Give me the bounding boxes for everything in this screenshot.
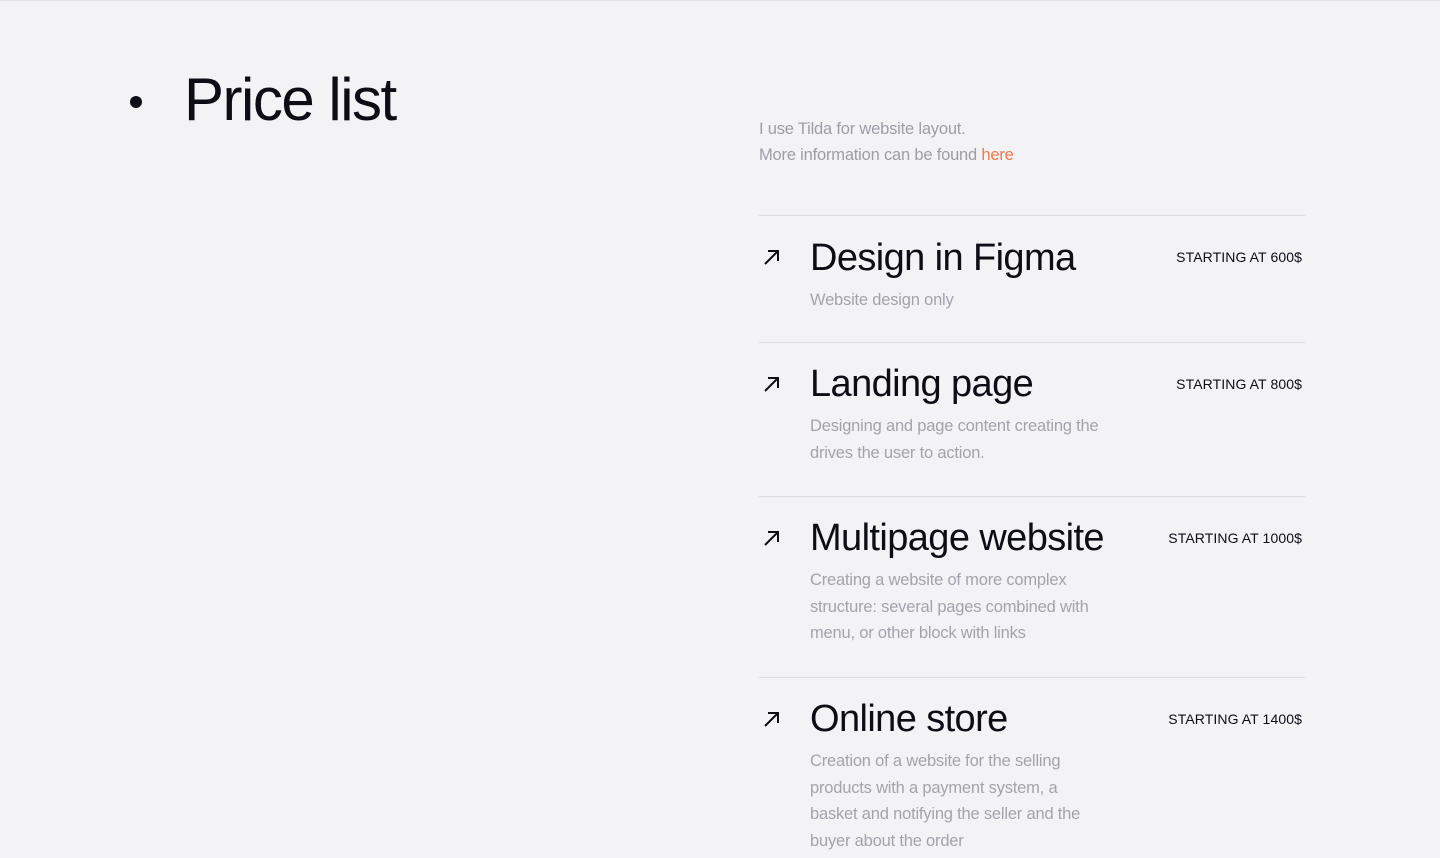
service-price: STARTING AT 600$ xyxy=(1176,249,1302,265)
service-description: Website design only xyxy=(810,291,954,309)
bullet-icon xyxy=(130,96,142,108)
service-price: STARTING AT 800$ xyxy=(1176,376,1302,392)
section-heading: Price list xyxy=(130,62,397,138)
service-name: Online store xyxy=(810,698,1008,740)
top-divider xyxy=(0,0,1440,1)
service-description: Creating a website of more complex struc… xyxy=(810,571,1089,642)
more-info-link[interactable]: here xyxy=(981,146,1013,164)
service-description: Designing and page content creating the … xyxy=(810,417,1099,462)
service-name: Multipage website xyxy=(810,517,1105,559)
service-description: Creation of a website for the selling pr… xyxy=(810,752,1081,850)
price-item-design-in-figma[interactable]: Design in Figma STARTING AT 600$ Website… xyxy=(759,215,1305,342)
price-item-online-store[interactable]: Online store STARTING AT 1400$ Creation … xyxy=(759,677,1305,858)
intro-text: I use Tilda for website layout. More inf… xyxy=(759,116,1014,168)
intro-line-2: More information can be found here xyxy=(759,142,1014,168)
service-price: STARTING AT 1000$ xyxy=(1168,530,1302,546)
service-name: Landing page xyxy=(810,363,1034,405)
arrow-up-right-icon xyxy=(762,374,782,394)
page-title: Price list xyxy=(184,66,397,133)
price-item-landing-page[interactable]: Landing page STARTING AT 800$ Designing … xyxy=(759,342,1305,496)
service-name: Design in Figma xyxy=(810,237,1076,279)
arrow-up-right-icon xyxy=(762,247,782,267)
intro-line-2-text: More information can be found xyxy=(759,146,982,164)
arrow-up-right-icon xyxy=(762,709,782,729)
price-item-multipage-website[interactable]: Multipage website STARTING AT 1000$ Crea… xyxy=(759,496,1305,677)
intro-line-1: I use Tilda for website layout. xyxy=(759,120,966,138)
price-list: Design in Figma STARTING AT 600$ Website… xyxy=(759,215,1305,858)
service-price: STARTING AT 1400$ xyxy=(1168,711,1302,727)
arrow-up-right-icon xyxy=(762,528,782,548)
